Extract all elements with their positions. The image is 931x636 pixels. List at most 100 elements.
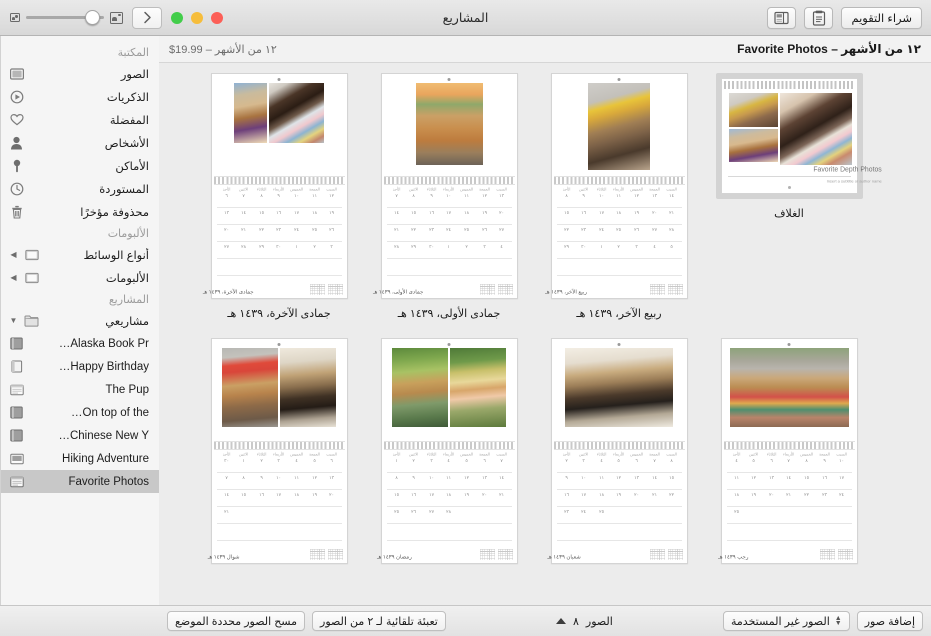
sidebar-item-label: أنواع الوسائط [83, 249, 150, 262]
month-photo-left[interactable] [269, 83, 324, 143]
month-photo-right[interactable] [392, 348, 448, 427]
spiral-binding [383, 441, 515, 450]
month-grid: السبت الجمعة الخميس الأربعاء الثلاثاء ال… [722, 450, 857, 545]
sidebar-item-people[interactable]: الأشخاص [1, 131, 159, 154]
spiral-binding [213, 441, 345, 450]
unused-photos-popup[interactable]: ▲ ▼ الصور غير المستخدمة [723, 611, 850, 631]
sidebar-item-imports[interactable]: المستوردة [1, 177, 159, 200]
slider-track[interactable] [26, 10, 104, 25]
calendar-month-page[interactable]: السبت الجمعة الخميس الأربعاء الثلاثاء ال… [547, 338, 688, 564]
buy-calendar-button[interactable]: شراء التقويم [841, 6, 922, 29]
sidebar-item-my-projects[interactable]: مشاريعي ▼ [1, 309, 159, 332]
sidebar-toggle-button[interactable] [132, 6, 162, 29]
month-photo[interactable] [588, 83, 650, 170]
chevron-right-icon [143, 11, 151, 24]
hanging-hole-icon [617, 343, 621, 346]
layout-panel-icon [774, 11, 790, 24]
sidebar-item-project-the-pup[interactable]: The Pup [1, 378, 159, 401]
cover-selection-frame[interactable]: Favorite Depth Photos Insert a subtitle … [715, 73, 881, 199]
minimize-window-button[interactable] [191, 11, 203, 24]
library-sidebar[interactable]: المكتبة الصور الذكريات المفضلة الأشخاص ا… [0, 36, 159, 605]
sidebar-item-project-happy-birthday[interactable]: Happy Birthday… [1, 355, 159, 378]
page-cell-month-2[interactable]: السبت الجمعة الخميس الأربعاء الثلاثاء ال… [364, 73, 534, 320]
project-price: ١٢ من الأشهر – 19.99$ [169, 43, 277, 56]
page-cell-month-6[interactable]: السبت الجمعة الخميس الأربعاء الثلاثاء ال… [364, 338, 534, 564]
sidebar-item-project-alaska-book[interactable]: Alaska Book Pr… [1, 332, 159, 355]
photos-tray-label: الصور [585, 615, 613, 628]
sidebar-item-places[interactable]: الأماكن [1, 154, 159, 177]
chevron-left-icon[interactable]: ◀ [9, 250, 18, 259]
cover-text-block[interactable]: Favorite Depth Photos Insert a subtitle … [722, 162, 881, 189]
month-photo-right[interactable] [234, 83, 267, 143]
page-cell-month-5[interactable]: السبت الجمعة الخميس الأربعاء الثلاثاء ال… [534, 338, 704, 564]
thumbnail-size-slider[interactable] [10, 10, 123, 25]
stepper-arrows-icon: ▲ ▼ [834, 615, 842, 627]
mini-month-previews [309, 284, 343, 295]
month-photo-area[interactable] [382, 74, 517, 170]
month-photo[interactable] [729, 348, 849, 427]
month-photo-right[interactable] [222, 348, 278, 427]
chevron-down-icon[interactable]: ▼ [9, 316, 18, 325]
page-cell-month-4[interactable]: السبت الجمعة الخميس الأربعاء الثلاثاء ال… [704, 338, 874, 564]
slider-knob[interactable] [85, 10, 100, 25]
layout-panel-button[interactable] [767, 6, 797, 29]
page-cell-month-7[interactable]: السبت الجمعة الخميس الأربعاء الثلاثاء ال… [194, 338, 364, 564]
page-cell-month-3[interactable]: السبت الجمعة الخميس الأربعاء الثلاثاء ال… [194, 73, 364, 320]
cover-photo-main[interactable] [779, 93, 852, 165]
month-photo[interactable] [415, 83, 483, 165]
sidebar-item-project-hiking-adventure[interactable]: Hiking Adventure [1, 447, 159, 470]
chevron-up-icon[interactable] [555, 618, 566, 624]
day-cell: ٢٧ [223, 243, 229, 250]
spiral-binding [553, 441, 685, 450]
month-photo-left[interactable] [450, 348, 506, 427]
calendar-month-page[interactable]: السبت الجمعة الخميس الأربعاء الثلاثاء ال… [372, 73, 518, 299]
chevron-left-icon[interactable]: ◀ [9, 273, 18, 282]
month-photo-area[interactable] [382, 339, 517, 435]
calendar-month-page[interactable]: السبت الجمعة الخميس الأربعاء الثلاثاء ال… [207, 338, 348, 564]
day-cell: ٦ [224, 192, 228, 199]
photos-tray-toggle[interactable]: الصور ٨ [555, 615, 613, 628]
month-photo-area[interactable] [552, 339, 687, 435]
week-row [216, 259, 342, 276]
photos-count: ٨ [572, 615, 579, 628]
day-cell: ٢٥ [733, 508, 739, 515]
day-cell: ١٣ [223, 209, 229, 216]
calendar-month-page[interactable]: السبت الجمعة الخميس الأربعاء الثلاثاء ال… [376, 338, 518, 564]
month-footer: جمادى الآخرة، ١٤٣٩ هـ [202, 280, 347, 298]
month-photo-area[interactable] [212, 339, 347, 435]
cover-photo-bottom[interactable] [728, 128, 778, 162]
zoom-window-button[interactable] [171, 11, 183, 24]
sidebar-item-project-on-top-of-the[interactable]: On top of the… [1, 401, 159, 424]
project-canvas[interactable]: Favorite Depth Photos Insert a subtitle … [159, 63, 931, 605]
sidebar-item-recently-deleted[interactable]: محذوفة مؤخرًا [1, 200, 159, 223]
month-name-label: شوال ١٤٣٩ هـ [207, 553, 240, 560]
clear-placed-photos-button[interactable]: مسح الصور محددة الموضع [167, 611, 306, 631]
sidebar-item-media-types[interactable]: أنواع الوسائط ◀ [1, 243, 159, 266]
month-photo-area[interactable] [552, 74, 687, 170]
sidebar-item-memories[interactable]: الذكريات [1, 85, 159, 108]
calendar-month-page[interactable]: السبت الجمعة الخميس الأربعاء الثلاثاء ال… [718, 338, 858, 564]
month-photo-area[interactable] [722, 339, 857, 435]
calendar-month-page[interactable]: السبت الجمعة الخميس الأربعاء الثلاثاء ال… [545, 73, 688, 299]
cover-photo-top[interactable] [728, 93, 778, 127]
pages-row-1: Favorite Depth Photos Insert a subtitle … [159, 63, 931, 320]
autofill-button[interactable]: تعبئة تلقائية لـ ٢ من الصور [312, 611, 446, 631]
sidebar-item-albums[interactable]: الألبومات ◀ [1, 266, 159, 289]
sidebar-item-label: الألبومات [105, 272, 149, 285]
calendar-cover-page[interactable]: Favorite Depth Photos Insert a subtitle … [720, 78, 881, 194]
page-cell-month-1[interactable]: السبت الجمعة الخميس الأربعاء الثلاثاء ال… [534, 73, 704, 320]
calendar-month-page[interactable]: السبت الجمعة الخميس الأربعاء الثلاثاء ال… [202, 73, 348, 299]
cover-divider [727, 176, 851, 177]
add-photos-button[interactable]: إضافة صور [856, 611, 923, 631]
month-photo[interactable] [565, 348, 673, 427]
close-window-button[interactable] [211, 11, 223, 24]
sidebar-item-project-chinese-new-year[interactable]: Chinese New Y… [1, 424, 159, 447]
week-row: ٢٠ ١٩ ١٨ ١٧ ١٦ ١٥ ١٤ [386, 208, 512, 225]
notes-button[interactable] [804, 6, 834, 29]
sidebar-item-favorites[interactable]: المفضلة [1, 108, 159, 131]
sidebar-item-photos[interactable]: الصور [1, 62, 159, 85]
month-photo-left[interactable] [280, 348, 336, 427]
month-photo-area[interactable] [212, 74, 347, 170]
sidebar-item-project-favorite-photos[interactable]: Favorite Photos [1, 470, 159, 493]
page-cell-cover[interactable]: Favorite Depth Photos Insert a subtitle … [704, 73, 881, 320]
